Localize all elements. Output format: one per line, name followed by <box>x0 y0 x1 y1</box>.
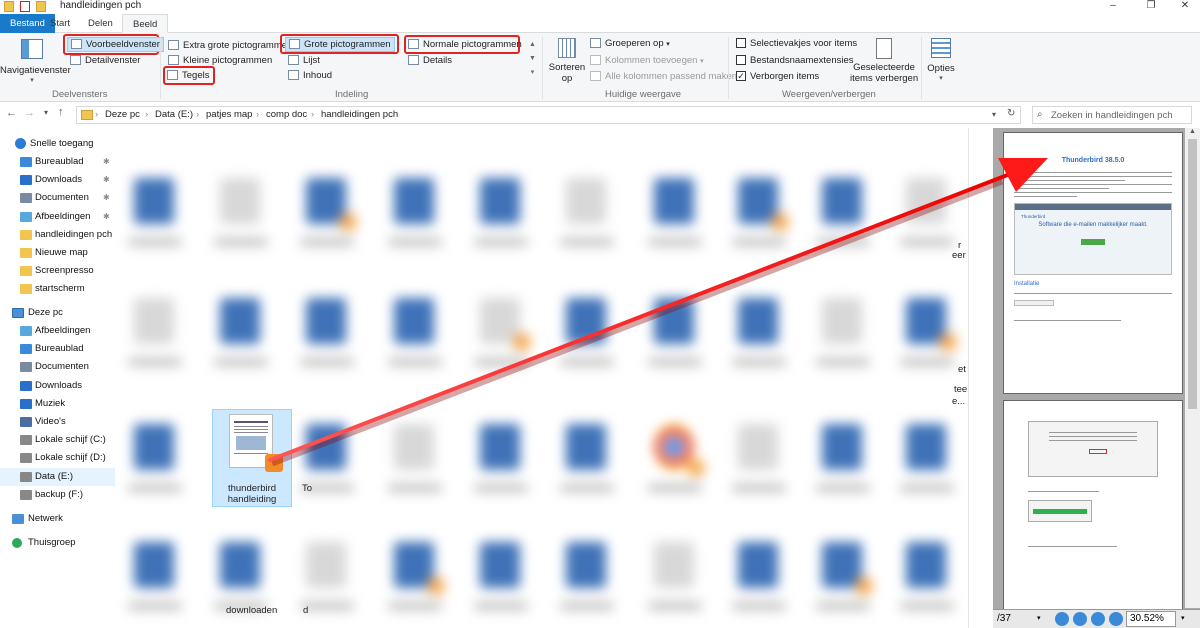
annotation-arrow <box>268 158 1048 467</box>
